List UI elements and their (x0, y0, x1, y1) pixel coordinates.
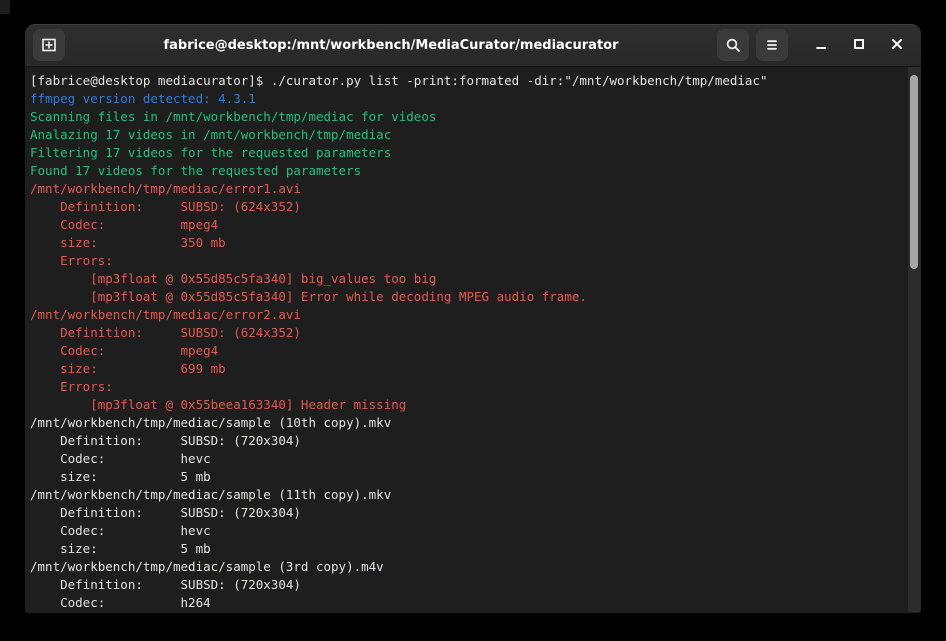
desktop-background: fabrice@desktop:/mnt/workbench/MediaCura… (0, 0, 946, 641)
terminal-line: [mp3float @ 0x55d85c5fa340] big_values t… (30, 270, 905, 288)
terminal-line: size: 5 mb (30, 540, 905, 558)
minimize-button[interactable] (805, 29, 837, 61)
terminal-line: Codec: hevc (30, 450, 905, 468)
scrollbar-thumb[interactable] (910, 75, 918, 269)
terminal-line: /mnt/workbench/tmp/mediac/sample (10th c… (30, 414, 905, 432)
close-button[interactable] (881, 29, 913, 61)
terminal-line: /mnt/workbench/tmp/mediac/error2.avi (30, 306, 905, 324)
terminal-line: /mnt/workbench/tmp/mediac/sample (11th c… (30, 486, 905, 504)
close-icon (888, 35, 906, 56)
terminal-line: /mnt/workbench/tmp/mediac/sample (3rd co… (30, 558, 905, 576)
terminal-line: Errors: (30, 252, 905, 270)
terminal-line: Analazing 17 videos in /mnt/workbench/tm… (30, 126, 905, 144)
background-window-corner (0, 0, 10, 14)
terminal-line: Found 17 videos for the requested parame… (30, 162, 905, 180)
terminal-line: Definition: SUBSD: (624x352) (30, 198, 905, 216)
terminal-line: size: 5 mb (30, 468, 905, 486)
terminal-line: /mnt/workbench/tmp/mediac/error1.avi (30, 180, 905, 198)
menu-button[interactable] (756, 29, 788, 61)
scrollbar-track[interactable] (908, 67, 921, 612)
new-tab-icon (40, 36, 58, 54)
terminal-output: [fabrice@desktop mediacurator]$ ./curato… (30, 72, 905, 612)
terminal-line: Definition: SUBSD: (624x352) (30, 324, 905, 342)
terminal-line: size: 350 mb (30, 234, 905, 252)
maximize-icon (850, 35, 868, 56)
terminal-line: size: 699 mb (30, 360, 905, 378)
terminal-line: Codec: mpeg4 (30, 342, 905, 360)
terminal-line: Definition: SUBSD: (720x304) (30, 504, 905, 522)
terminal-line: [mp3float @ 0x55beea163340] Header missi… (30, 396, 905, 414)
window-title: fabrice@desktop:/mnt/workbench/MediaCura… (65, 38, 717, 53)
terminal-line: Codec: mpeg4 (30, 216, 905, 234)
terminal-screen[interactable]: [fabrice@desktop mediacurator]$ ./curato… (25, 67, 921, 612)
terminal-line: Scanning files in /mnt/workbench/tmp/med… (30, 108, 905, 126)
window-management-buttons (805, 29, 913, 61)
titlebar-controls (717, 29, 913, 61)
terminal-line: [mp3float @ 0x55d85c5fa340] Error while … (30, 288, 905, 306)
terminal-line: ffmpeg version detected: 4.3.1 (30, 90, 905, 108)
terminal-line: Codec: h264 (30, 594, 905, 612)
menu-icon (763, 36, 781, 54)
terminal-line: Errors: (30, 378, 905, 396)
terminal-line: [fabrice@desktop mediacurator]$ ./curato… (30, 72, 905, 90)
new-tab-button[interactable] (33, 29, 65, 61)
terminal-line: Filtering 17 videos for the requested pa… (30, 144, 905, 162)
search-icon (724, 36, 742, 54)
terminal-line: Codec: hevc (30, 522, 905, 540)
terminal-window: fabrice@desktop:/mnt/workbench/MediaCura… (25, 24, 921, 613)
maximize-button[interactable] (843, 29, 875, 61)
terminal-line: Definition: SUBSD: (720x304) (30, 432, 905, 450)
minimize-icon (812, 35, 830, 56)
terminal-line: Definition: SUBSD: (720x304) (30, 576, 905, 594)
titlebar: fabrice@desktop:/mnt/workbench/MediaCura… (25, 24, 921, 67)
search-button[interactable] (717, 29, 749, 61)
